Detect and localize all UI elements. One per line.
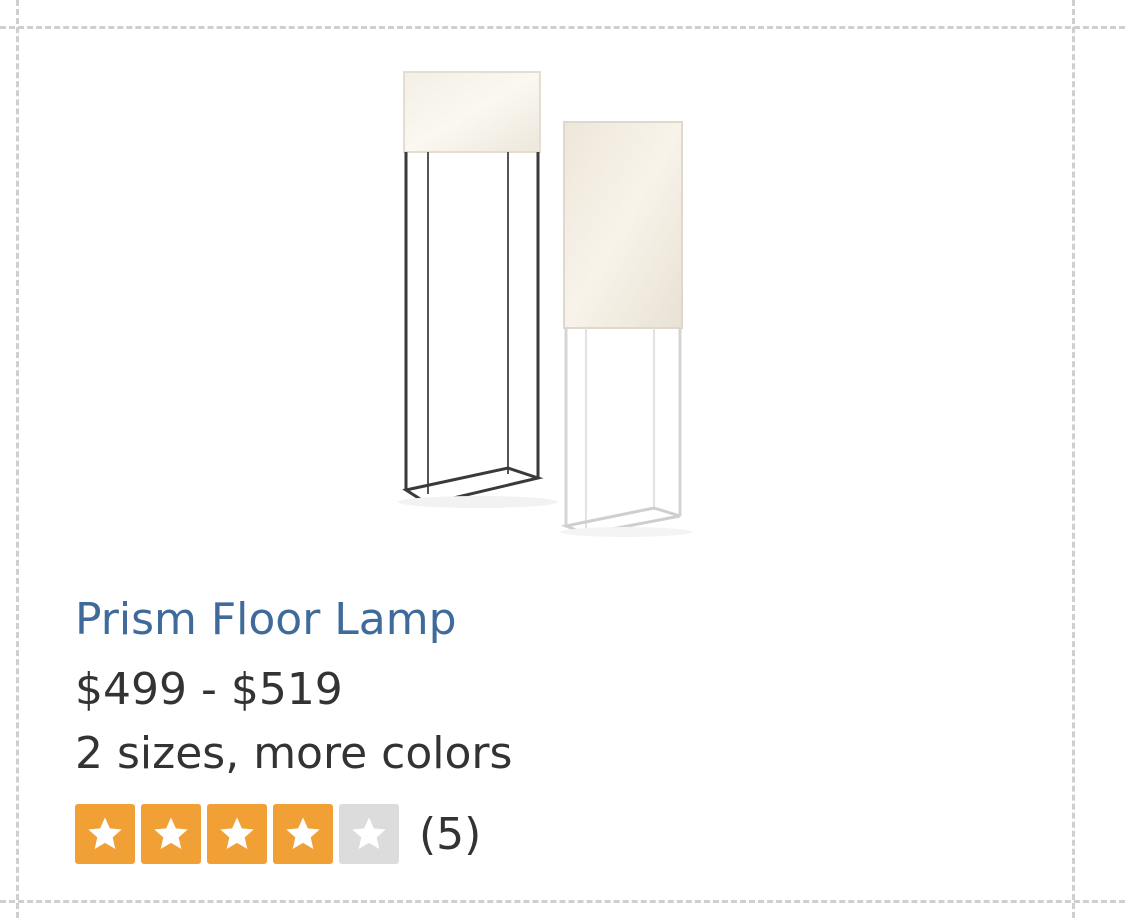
star-icon <box>339 804 399 864</box>
product-price: $499 - $519 <box>75 664 343 715</box>
product-image-link[interactable] <box>368 58 728 588</box>
bottom-dashed-divider <box>0 900 1125 903</box>
product-title-link[interactable]: Prism Floor Lamp <box>75 594 457 645</box>
product-rating[interactable]: (5) <box>75 804 481 864</box>
product-card: Prism Floor Lamp $499 - $519 2 sizes, mo… <box>18 28 1073 900</box>
star-icon <box>273 804 333 864</box>
floor-lamp-pair-image <box>398 71 692 537</box>
star-icon <box>75 804 135 864</box>
star-icon <box>141 804 201 864</box>
product-variants-text: 2 sizes, more colors <box>75 728 513 779</box>
star-icon <box>207 804 267 864</box>
rating-count: (5) <box>419 808 482 860</box>
